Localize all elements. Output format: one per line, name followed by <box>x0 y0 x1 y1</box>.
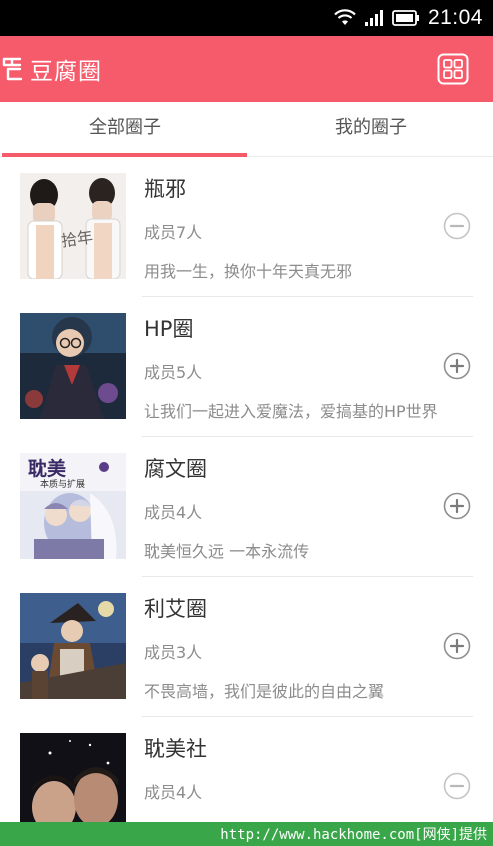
cover-subtitle: 本质与扩展 <box>40 478 85 490</box>
circle-description: 不畏高墙，我们是彼此的自由之翼 <box>144 682 385 701</box>
app-bar: 豆腐圈 <box>0 36 493 102</box>
status-icons: 21:04 <box>334 6 483 30</box>
logo-icon <box>2 57 23 81</box>
circle-cover-image <box>20 313 126 419</box>
circle-name: 瓶邪 <box>144 177 186 201</box>
list-item[interactable]: 利艾圈 成员3人 不畏高墙，我们是彼此的自由之翼 <box>0 577 493 717</box>
circle-members: 成员7人 <box>144 223 203 242</box>
circle-members: 成员5人 <box>144 363 203 382</box>
tab-my-circles[interactable]: 我的圈子 <box>248 102 493 156</box>
plus-circle-icon[interactable] <box>443 492 471 520</box>
circle-members: 成员4人 <box>144 503 203 522</box>
plus-circle-icon[interactable] <box>443 352 471 380</box>
list-item[interactable]: 拾年 瓶邪 成员7人 用我一生，换你十年天真无邪 <box>0 157 493 297</box>
circle-description: 让我们一起进入爱魔法，爱搞基的HP世界 <box>144 402 438 421</box>
status-time: 21:04 <box>427 6 483 29</box>
circle-description: 耽美恒久远 一本永流传 <box>144 542 310 561</box>
tab-all-circles[interactable]: 全部圈子 <box>2 102 248 156</box>
circle-name: 利艾圈 <box>144 597 207 621</box>
minus-circle-icon[interactable] <box>443 772 471 800</box>
wifi-icon <box>334 9 356 25</box>
circle-name: HP圈 <box>144 317 194 341</box>
app-screen: 21:04 豆腐圈 全部圈子 我的圈子 拾年 瓶邪 成员7人 用我一生，换你十年… <box>0 0 493 846</box>
tab-bar: 全部圈子 我的圈子 <box>0 102 493 157</box>
circle-members: 成员3人 <box>144 643 203 662</box>
watermark-bar: http://www.hackhome.com[网侠]提供 <box>0 822 493 846</box>
circle-members: 成员4人 <box>144 783 203 802</box>
cover-title: 耽美 <box>28 457 67 480</box>
list-item[interactable]: 耽美 本质与扩展 腐文圈 成员4人 耽美恒久远 一本永流传 <box>0 437 493 577</box>
battery-icon <box>392 10 419 26</box>
watermark-text: http://www.hackhome.com[网侠]提供 <box>220 827 487 843</box>
list-item[interactable]: HP圈 成员5人 让我们一起进入爱魔法，爱搞基的HP世界 <box>0 297 493 437</box>
plus-circle-icon[interactable] <box>443 632 471 660</box>
app-title: 豆腐圈 <box>30 59 102 85</box>
circle-name: 腐文圈 <box>144 457 207 481</box>
status-bar: 21:04 <box>0 0 493 36</box>
circle-description: 用我一生，换你十年天真无邪 <box>144 262 353 281</box>
circle-cover-image: 拾年 <box>20 173 126 279</box>
grid-icon[interactable] <box>437 53 469 85</box>
circle-cover-image: 耽美 本质与扩展 <box>20 453 126 559</box>
signal-icon <box>364 10 383 26</box>
circle-cover-image <box>20 593 126 699</box>
minus-circle-icon[interactable] <box>443 212 471 240</box>
circle-name: 耽美社 <box>144 737 207 761</box>
